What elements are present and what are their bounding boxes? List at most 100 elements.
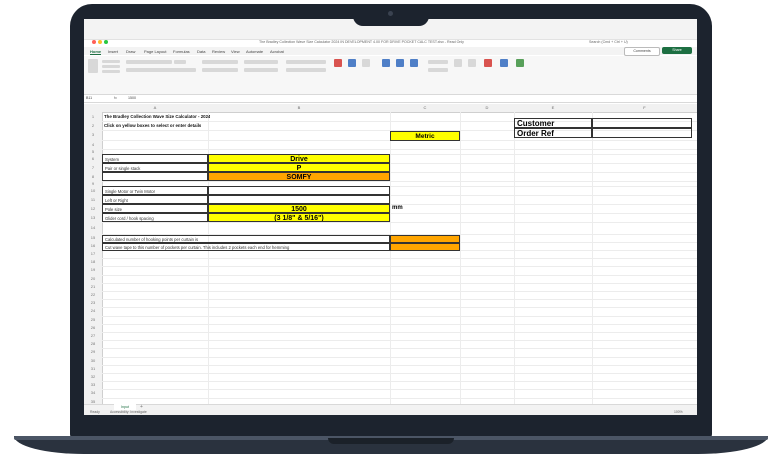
find-select-icon[interactable] xyxy=(468,59,476,67)
row-header[interactable]: 18 xyxy=(84,258,102,266)
row-header[interactable]: 34 xyxy=(84,389,102,397)
row-header[interactable]: 27 xyxy=(84,332,102,340)
copy-button[interactable] xyxy=(102,65,120,68)
delete-cells-icon[interactable] xyxy=(396,59,404,67)
column-header-a[interactable]: A xyxy=(102,105,208,110)
merge-center-button[interactable] xyxy=(244,68,278,72)
row-header[interactable]: 21 xyxy=(84,283,102,291)
row-header[interactable]: 12 xyxy=(84,204,102,213)
customer-input[interactable] xyxy=(592,118,692,128)
pair-stack-select[interactable]: P xyxy=(208,163,390,172)
row-header[interactable]: 15 xyxy=(84,234,102,242)
row-header[interactable]: 20 xyxy=(84,275,102,283)
row-header[interactable]: 17 xyxy=(84,250,102,258)
order-ref-input[interactable] xyxy=(592,128,692,138)
fx-icon[interactable]: fx xyxy=(114,96,117,100)
row-header[interactable]: 22 xyxy=(84,291,102,299)
row-header[interactable]: 25 xyxy=(84,316,102,324)
tab-insert[interactable]: Insert xyxy=(108,49,118,54)
row-header[interactable]: 32 xyxy=(84,373,102,381)
row-header[interactable]: 35 xyxy=(84,398,102,406)
row-header[interactable]: 2 xyxy=(84,121,102,130)
close-window-icon[interactable] xyxy=(92,40,96,44)
row-header[interactable]: 33 xyxy=(84,381,102,389)
row-header[interactable]: 1 xyxy=(84,112,102,121)
row-header[interactable]: 13 xyxy=(84,213,102,222)
column-header-d[interactable]: D xyxy=(460,105,514,110)
conditional-formatting-icon[interactable] xyxy=(334,59,342,67)
tab-data[interactable]: Data xyxy=(197,49,205,54)
add-ins-icon[interactable] xyxy=(484,59,492,67)
tab-review[interactable]: Review xyxy=(212,49,225,54)
create-pdf-icon[interactable] xyxy=(516,59,524,67)
format-as-table-icon[interactable] xyxy=(348,59,356,67)
zoom-level[interactable]: 100% xyxy=(674,410,683,414)
system-select[interactable]: Drive xyxy=(208,154,390,163)
column-header-c[interactable]: C xyxy=(390,105,460,110)
paste-icon[interactable] xyxy=(88,59,98,73)
row-gridline xyxy=(102,282,697,284)
minimize-window-icon[interactable] xyxy=(98,40,102,44)
column-gridline xyxy=(592,112,593,404)
accessibility-status[interactable]: Accessibility: Investigate xyxy=(110,410,147,414)
comments-button[interactable]: Comments xyxy=(624,47,660,56)
tab-draw[interactable]: Draw xyxy=(126,49,135,54)
fill-button[interactable] xyxy=(428,68,448,72)
cut-button[interactable] xyxy=(102,60,120,63)
row-header[interactable]: 29 xyxy=(84,348,102,356)
font-family-select[interactable] xyxy=(126,60,172,64)
left-right-input[interactable] xyxy=(208,195,390,204)
tab-view[interactable]: View xyxy=(231,49,240,54)
row-header[interactable]: 16 xyxy=(84,242,102,250)
row-gridline xyxy=(102,348,697,350)
row-header[interactable]: 14 xyxy=(84,222,102,234)
number-format-select[interactable] xyxy=(286,60,326,64)
row-header[interactable]: 19 xyxy=(84,266,102,274)
alignment-buttons[interactable] xyxy=(202,60,238,64)
indent-buttons[interactable] xyxy=(202,68,238,72)
autosum-button[interactable] xyxy=(428,60,448,64)
format-cells-icon[interactable] xyxy=(410,59,418,67)
format-painter-button[interactable] xyxy=(102,70,120,73)
row-header[interactable]: 31 xyxy=(84,365,102,373)
font-size-select[interactable] xyxy=(174,60,186,64)
row-header[interactable]: 4 xyxy=(84,140,102,149)
glider-select[interactable]: (3 1/8" & 5/16") xyxy=(208,213,390,222)
tab-page-layout[interactable]: Page Layout xyxy=(144,49,166,54)
motor-input[interactable] xyxy=(208,186,390,195)
brand-select[interactable]: SOMFY xyxy=(208,172,390,181)
row-header[interactable]: 10 xyxy=(84,186,102,195)
number-buttons[interactable] xyxy=(286,68,326,72)
name-box[interactable]: B11 xyxy=(86,96,92,100)
wrap-text-button[interactable] xyxy=(244,60,278,64)
row-header[interactable]: 7 xyxy=(84,163,102,172)
tab-formulas[interactable]: Formulas xyxy=(173,49,190,54)
font-style-buttons[interactable] xyxy=(126,68,196,72)
insert-cells-icon[interactable] xyxy=(382,59,390,67)
row-header[interactable]: 24 xyxy=(84,307,102,315)
search-box[interactable]: Search (Cmd + Ctrl + U) xyxy=(589,40,628,44)
row-gridline xyxy=(102,258,697,260)
analyse-data-icon[interactable] xyxy=(500,59,508,67)
metric-select[interactable]: Metric xyxy=(390,131,460,141)
row-header[interactable]: 11 xyxy=(84,195,102,204)
zoom-window-icon[interactable] xyxy=(104,40,108,44)
tab-automate[interactable]: Automate xyxy=(246,49,263,54)
row-header[interactable]: 28 xyxy=(84,340,102,348)
formula-input[interactable]: 1500 xyxy=(128,96,136,100)
row-header[interactable]: 6 xyxy=(84,154,102,163)
row-header[interactable]: 3 xyxy=(84,130,102,140)
pole-size-input[interactable]: 1500 xyxy=(208,204,390,213)
tab-home[interactable]: Home xyxy=(90,49,102,55)
column-header-b[interactable]: B xyxy=(208,105,390,110)
sort-filter-icon[interactable] xyxy=(454,59,462,67)
row-header[interactable]: 30 xyxy=(84,357,102,365)
row-header[interactable]: 8 xyxy=(84,172,102,181)
cell-styles-icon[interactable] xyxy=(362,59,370,67)
share-button[interactable]: Share xyxy=(662,47,692,54)
row-header[interactable]: 23 xyxy=(84,299,102,307)
row-header[interactable]: 26 xyxy=(84,324,102,332)
column-header-f[interactable]: F xyxy=(592,105,697,110)
tab-acrobat[interactable]: Acrobat xyxy=(270,49,284,54)
column-header-e[interactable]: E xyxy=(514,105,592,110)
